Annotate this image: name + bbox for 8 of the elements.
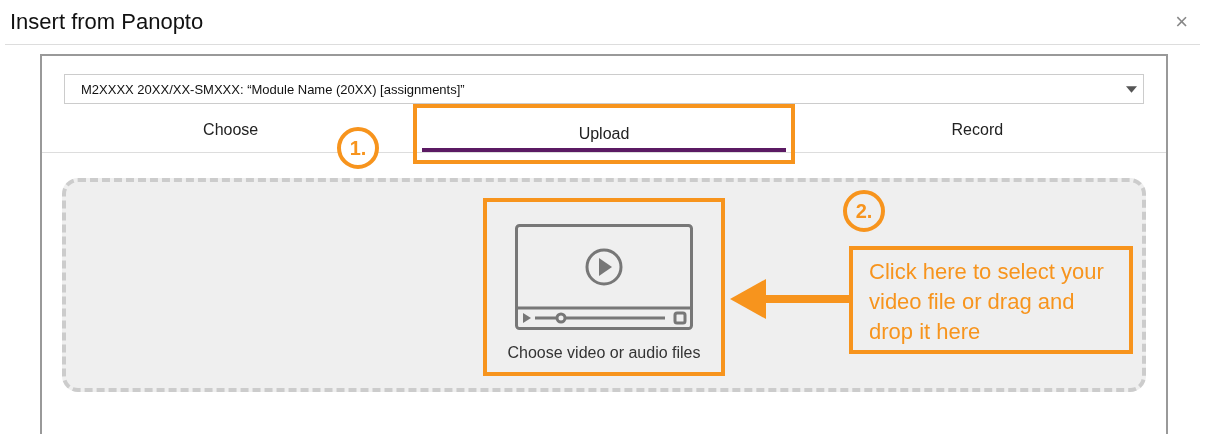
step-number: 1.: [337, 127, 379, 169]
dialog-title: Insert from Panopto: [10, 9, 204, 35]
callout-text: Click here to select your video file or drag and drop it here: [849, 246, 1133, 354]
video-player-icon: [515, 224, 693, 330]
upload-label: Choose video or audio files: [507, 344, 701, 362]
folder-dropdown[interactable]: M2XXXX 20XX/XX-SMXXX: “Module Name (20XX) [assignments]”: [64, 74, 1144, 104]
close-button[interactable]: ×: [1171, 9, 1192, 35]
caret-icon: [1126, 85, 1137, 93]
